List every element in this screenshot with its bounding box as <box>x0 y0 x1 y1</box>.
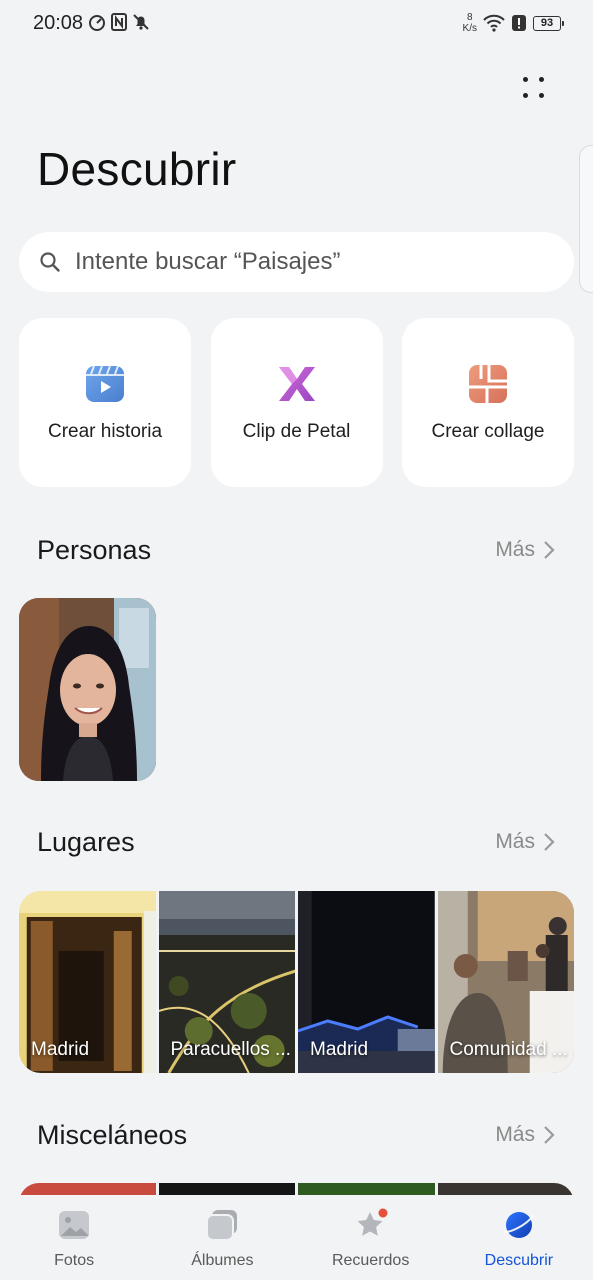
photos-icon <box>59 1211 90 1239</box>
notification-badge <box>378 1208 388 1218</box>
chevron-right-icon <box>544 833 555 851</box>
more-menu-dot <box>523 93 528 98</box>
petal-clip-icon <box>278 367 315 401</box>
nav-tab-discover[interactable]: Descubrir <box>445 1195 593 1280</box>
petal-clip-label: Clip de Petal <box>242 421 351 442</box>
status-right-icons: 8 K/s 93 <box>463 12 564 34</box>
create-collage-button[interactable]: Crear collage <box>402 318 574 487</box>
search-input[interactable] <box>73 247 547 277</box>
nav-label-photos: Fotos <box>54 1252 95 1269</box>
people-more-link[interactable]: Más <box>495 538 555 562</box>
place-label: Paracuellos ... <box>170 1039 291 1060</box>
search-bar[interactable] <box>19 232 574 292</box>
quick-actions: Crear historia Clip de Petal Crear colla… <box>19 318 574 487</box>
place-label: Madrid <box>310 1039 369 1060</box>
network-speed-value: 8 <box>466 12 473 23</box>
albums-icon <box>206 1210 238 1241</box>
nav-tab-albums[interactable]: Álbumes <box>148 1195 296 1280</box>
chevron-right-icon <box>544 541 555 559</box>
network-speed-unit: K/s <box>462 23 477 34</box>
collage-icon <box>469 365 507 403</box>
place-tile[interactable]: Paracuellos ... <box>158 891 295 1073</box>
section-title-people: Personas <box>37 535 152 565</box>
more-menu-dot <box>539 77 544 82</box>
places-more-link[interactable]: Más <box>495 830 555 854</box>
status-time: 20:08 <box>33 12 84 34</box>
create-collage-label: Crear collage <box>431 421 545 442</box>
place-tile[interactable]: Madrid <box>19 891 156 1073</box>
more-menu-dot <box>539 93 544 98</box>
nav-label-memories: Recuerdos <box>331 1252 410 1269</box>
place-tile[interactable]: Comunidad ... <box>437 891 574 1073</box>
battery-indicator: 93 <box>533 15 564 31</box>
places-more-label: Más <box>495 830 535 853</box>
place-tile[interactable]: Madrid <box>298 891 435 1073</box>
bottom-navigation: Fotos Álbumes Recuerdos Descubrir <box>0 1195 593 1280</box>
create-story-button[interactable]: Crear historia <box>19 318 191 487</box>
page-title: Descubrir <box>37 143 237 195</box>
network-speed: 8 K/s <box>463 12 477 34</box>
create-story-label: Crear historia <box>47 421 163 442</box>
more-menu-dot <box>523 77 528 82</box>
status-left-icons <box>88 13 150 31</box>
place-label: Comunidad ... <box>449 1039 568 1060</box>
section-title-misc: Misceláneos <box>37 1120 188 1150</box>
more-menu-button[interactable] <box>523 77 551 105</box>
wifi-icon <box>483 14 505 32</box>
status-bar: 20:08 8 K/s 93 <box>0 0 593 48</box>
places-grid: Madrid Paracuellos ... Madrid Comunidad … <box>19 891 574 1073</box>
video-story-icon <box>86 365 124 402</box>
misc-more-link[interactable]: Más <box>495 1123 555 1147</box>
search-icon <box>40 252 60 272</box>
place-label: Madrid <box>31 1039 90 1060</box>
nav-tab-memories[interactable]: Recuerdos <box>297 1195 445 1280</box>
memories-star-icon <box>357 1208 388 1236</box>
alert-icon <box>512 15 526 31</box>
speedometer-icon <box>89 15 105 31</box>
mute-bell-icon <box>133 14 149 30</box>
nav-tab-photos[interactable]: Fotos <box>0 1195 148 1280</box>
petal-clip-button[interactable]: Clip de Petal <box>210 318 383 487</box>
nfc-icon <box>111 13 127 31</box>
discover-planet-icon <box>504 1212 534 1238</box>
section-title-places: Lugares <box>37 827 135 857</box>
people-more-label: Más <box>495 538 535 561</box>
nav-label-discover: Descubrir <box>484 1252 554 1269</box>
side-panel-handle[interactable] <box>579 145 593 293</box>
misc-more-label: Más <box>495 1123 535 1146</box>
chevron-right-icon <box>544 1126 555 1144</box>
person-thumbnail[interactable] <box>19 598 156 781</box>
nav-label-albums: Álbumes <box>191 1252 254 1269</box>
person-portrait-image <box>19 598 156 781</box>
